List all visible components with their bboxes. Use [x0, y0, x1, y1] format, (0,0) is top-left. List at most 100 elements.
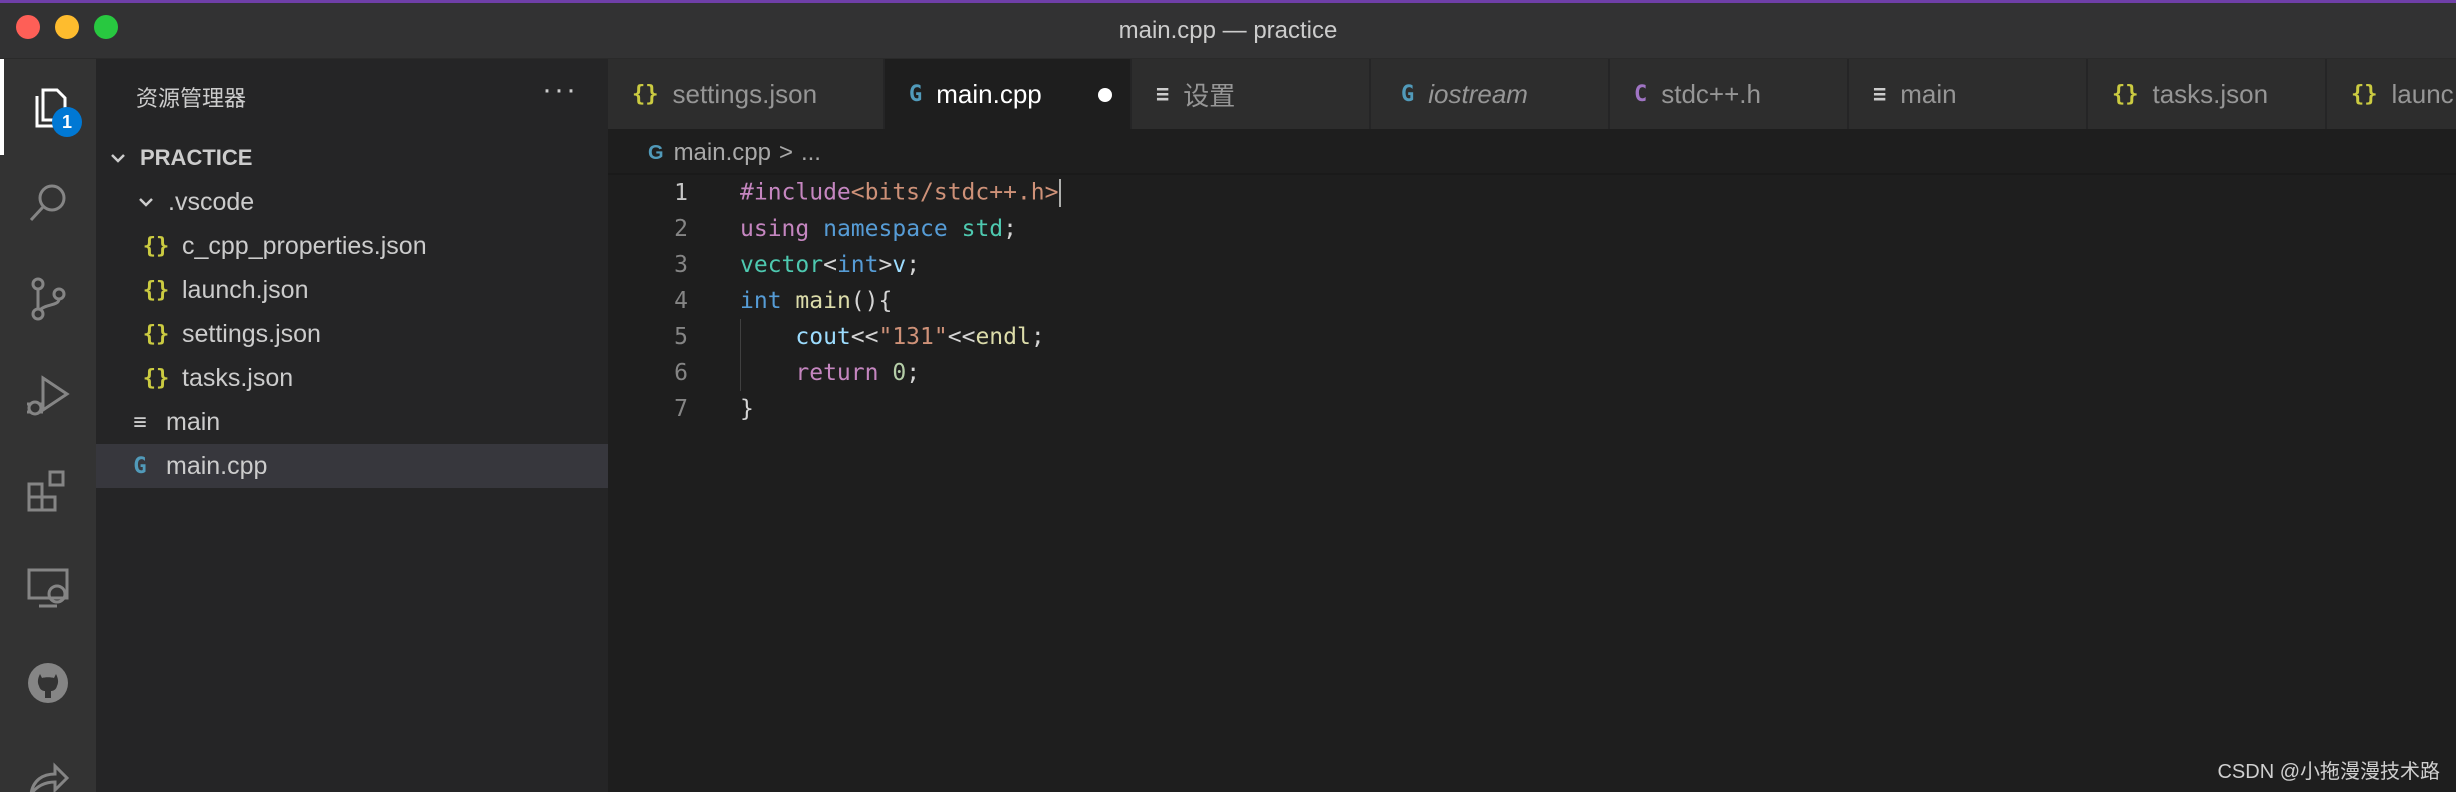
- line-number: 7: [674, 396, 688, 422]
- tree-item-main-cpp[interactable]: G main.cpp: [96, 444, 608, 488]
- line-number: 6: [674, 360, 688, 386]
- line-content[interactable]: vector<int>v;: [740, 252, 920, 278]
- tree-item-label: main.cpp: [166, 451, 268, 480]
- json-file-icon: {}: [2351, 81, 2378, 107]
- tree-item-main[interactable]: ≡ main: [96, 400, 608, 444]
- tab-settings-json[interactable]: {} settings.json: [608, 59, 884, 129]
- extensions-icon: [27, 470, 65, 512]
- cpp-file-icon: G: [1401, 81, 1415, 107]
- source-control-button[interactable]: [0, 251, 96, 347]
- title-bar: main.cpp — practice: [0, 3, 2456, 59]
- tree-item-label: .vscode: [168, 187, 255, 216]
- code-line[interactable]: 7 }: [608, 391, 2456, 427]
- tree-item-label: launch.json: [182, 275, 309, 304]
- json-file-icon: {}: [142, 321, 170, 347]
- watermark: CSDN @小拖漫漫技术路: [2217, 761, 2440, 783]
- settings-file-icon: ≡: [1156, 81, 1170, 107]
- line-content[interactable]: using namespace std;: [740, 216, 1017, 242]
- tree-item-label: c_cpp_properties.json: [182, 231, 427, 260]
- search-button[interactable]: [0, 155, 96, 251]
- json-file-icon: {}: [142, 277, 170, 303]
- tab-label: iostream: [1428, 78, 1528, 109]
- explorer-button[interactable]: 1: [0, 59, 96, 155]
- text-file-icon: ≡: [1873, 81, 1887, 107]
- tab-label: main.cpp: [936, 78, 1042, 109]
- json-file-icon: {}: [632, 81, 659, 107]
- tree-item-vscode-folder[interactable]: .vscode: [96, 180, 608, 224]
- extensions-button[interactable]: [0, 443, 96, 539]
- text-file-icon: ≡: [133, 409, 147, 435]
- code-line[interactable]: 6 return 0;: [608, 355, 2456, 391]
- window-title: main.cpp — practice: [1118, 17, 1338, 44]
- more-actions-button[interactable]: ···: [542, 73, 578, 107]
- explorer-sidebar: 资源管理器 ··· PRACTICE .vscode {} c_cpp_prop…: [96, 59, 608, 792]
- tree-item-label: settings.json: [182, 319, 321, 348]
- json-file-icon: {}: [142, 233, 170, 259]
- line-content[interactable]: cout<<"131"<<endl;: [740, 324, 1044, 350]
- tab-stdcpp-h[interactable]: C stdc++.h: [1610, 59, 1848, 129]
- source-control-icon: [31, 277, 66, 321]
- breadcrumb-symbols[interactable]: ...: [801, 139, 821, 167]
- github-icon: [28, 663, 68, 703]
- breadcrumb-separator: >: [778, 139, 793, 166]
- live-share-icon: [29, 762, 70, 792]
- code-editor[interactable]: 1 #include<bits/stdc++.h> 2 using namesp…: [608, 175, 2456, 792]
- breadcrumb-file[interactable]: main.cpp: [674, 139, 771, 167]
- line-content[interactable]: #include<bits/stdc++.h>: [740, 179, 1061, 207]
- github-button[interactable]: [0, 635, 96, 731]
- breadcrumb: G main.cpp > ...: [648, 136, 821, 170]
- tab-settings-ui[interactable]: ≡ 设置: [1132, 59, 1370, 129]
- line-number: 3: [674, 252, 688, 278]
- code-line[interactable]: 5 cout<<"131"<<endl;: [608, 319, 2456, 355]
- tab-label: settings.json: [672, 78, 818, 109]
- sidebar-title: 资源管理器: [136, 86, 247, 111]
- tab-label: main: [1900, 78, 1957, 109]
- tab-launch-json[interactable]: {} launc: [2327, 59, 2456, 129]
- tab-iostream[interactable]: G iostream: [1371, 59, 1609, 129]
- run-debug-icon: [27, 375, 70, 416]
- code-line[interactable]: 1 #include<bits/stdc++.h>: [608, 175, 2456, 211]
- cpp-file-icon: G: [133, 453, 147, 479]
- tab-main[interactable]: ≡ main: [1849, 59, 2087, 129]
- tab-tasks-json[interactable]: {} tasks.json: [2088, 59, 2326, 129]
- explorer-badge: 1: [52, 107, 82, 137]
- cpp-file-icon: G: [909, 81, 923, 107]
- run-debug-button[interactable]: [0, 347, 96, 443]
- line-number: 5: [674, 324, 688, 350]
- search-icon: [29, 184, 66, 222]
- live-share-button[interactable]: [0, 731, 96, 792]
- code-line[interactable]: 2 using namespace std;: [608, 211, 2456, 247]
- code-line[interactable]: 4 int main(){: [608, 283, 2456, 319]
- activity-bar: 1: [0, 59, 96, 792]
- line-content[interactable]: }: [740, 396, 754, 422]
- code-line[interactable]: 3 vector<int>v;: [608, 247, 2456, 283]
- tab-label: launc: [2391, 78, 2454, 109]
- line-number: 2: [674, 216, 688, 242]
- remote-explorer-icon: [27, 568, 69, 608]
- remote-explorer-button[interactable]: [0, 539, 96, 635]
- workspace-section-header[interactable]: PRACTICE: [104, 136, 252, 180]
- line-content[interactable]: int main(){: [740, 288, 892, 314]
- tree-item-launch-json[interactable]: {} launch.json: [96, 268, 608, 312]
- tree-item-settings-json[interactable]: {} settings.json: [96, 312, 608, 356]
- chevron-down-icon: [104, 149, 132, 167]
- tab-label: stdc++.h: [1661, 78, 1761, 109]
- unsaved-indicator-icon[interactable]: [1098, 88, 1112, 102]
- line-content[interactable]: return 0;: [740, 360, 920, 386]
- cpp-file-icon: G: [648, 141, 664, 164]
- line-number: 1: [674, 180, 688, 206]
- workspace-name: PRACTICE: [140, 145, 253, 170]
- tab-label: tasks.json: [2152, 78, 2269, 109]
- tree-item-label: main: [166, 407, 221, 436]
- line-number: 4: [674, 288, 688, 314]
- tree-item-c-cpp-properties[interactable]: {} c_cpp_properties.json: [96, 224, 608, 268]
- text-cursor: [1058, 179, 1061, 207]
- tree-item-label: tasks.json: [182, 363, 294, 392]
- chevron-down-icon: [132, 193, 160, 211]
- c-file-icon: C: [1634, 81, 1648, 107]
- tab-label: 设置: [1183, 80, 1236, 111]
- editor-tab-bar: {} settings.json G main.cpp ≡ 设置 G iostr…: [608, 59, 2456, 129]
- tree-item-tasks-json[interactable]: {} tasks.json: [96, 356, 608, 400]
- json-file-icon: {}: [2112, 81, 2139, 107]
- tab-main-cpp[interactable]: G main.cpp: [885, 59, 1131, 129]
